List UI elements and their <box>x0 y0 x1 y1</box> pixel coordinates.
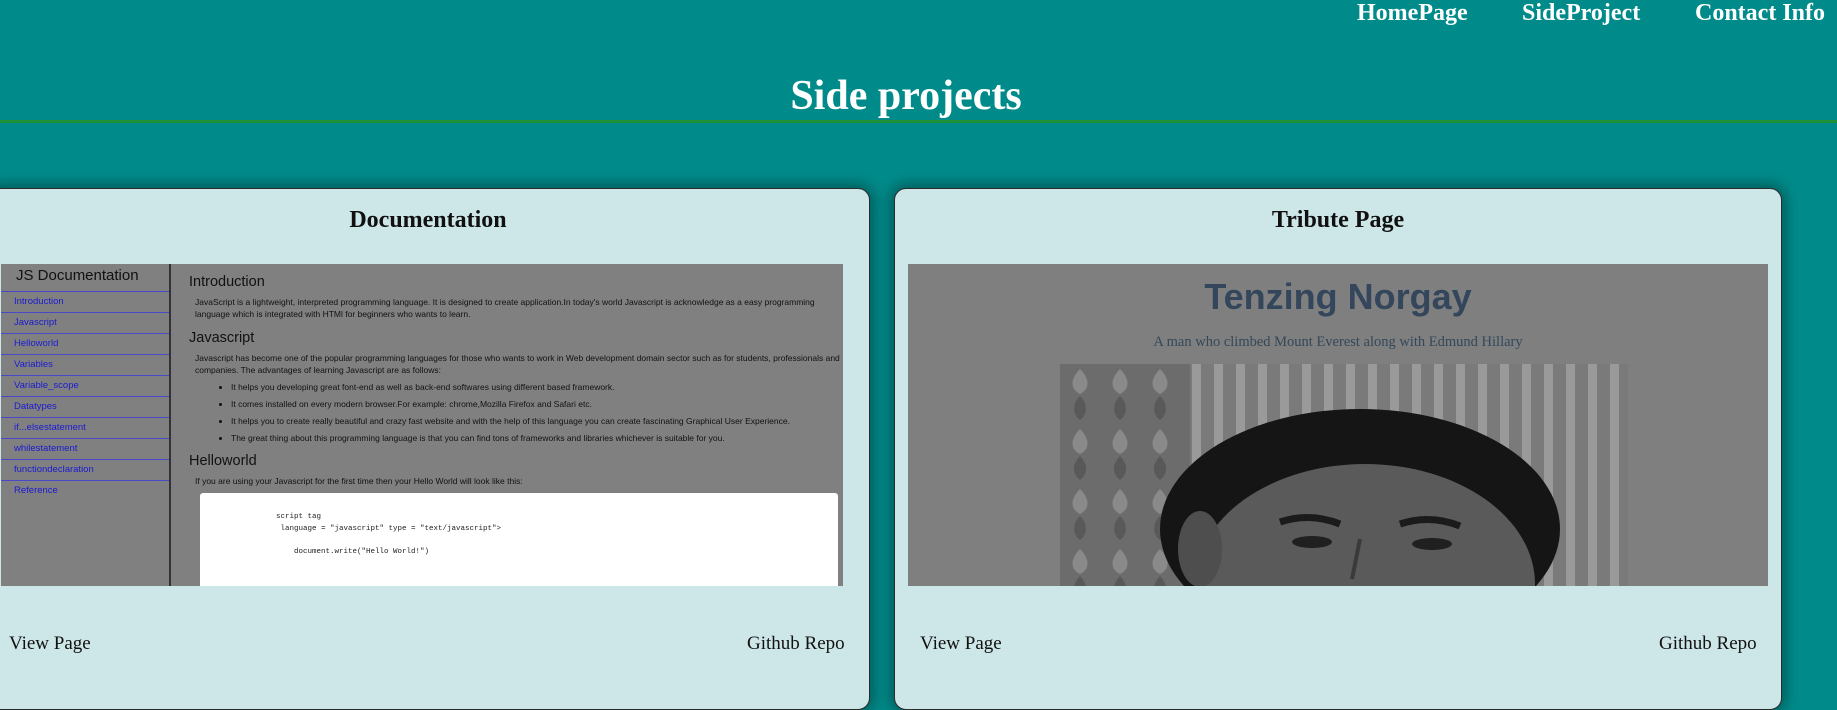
view-page-link[interactable]: View Page <box>9 633 91 655</box>
preview-subheading: A man who climbed Mount Everest along wi… <box>1153 334 1523 350</box>
documentation-preview[interactable]: JS Documentation Introduction Javascript… <box>1 264 843 586</box>
preview-sidebar-item: Helloworld <box>1 334 169 355</box>
preview-sidebar-item: Datatypes <box>1 397 169 418</box>
preview-sidebar-item: Javascript <box>1 313 169 334</box>
preview-heading: Javascript <box>189 330 255 346</box>
view-page-link[interactable]: View Page <box>920 633 1002 655</box>
preview-sidebar-item: Variable_scope <box>1 376 169 397</box>
preview-sidebar-item: Reference <box>14 485 58 496</box>
nav-sideproject-link[interactable]: SideProject <box>1522 0 1640 27</box>
preview-heading: Tenzing Norgay <box>1204 276 1472 317</box>
preview-sidebar-item: whilestatement <box>1 439 169 460</box>
preview-heading: Introduction <box>189 274 265 290</box>
nav-contact-link[interactable]: Contact Info <box>1695 0 1825 27</box>
preview-sidebar-item: functiondeclaration <box>1 460 169 481</box>
preview-sidebar-item: Variables <box>1 355 169 376</box>
preview-bullet: The great thing about this programming l… <box>231 433 843 443</box>
portrait-photo <box>1060 364 1628 586</box>
preview-main-content: Introduction JavaScript is a lightweight… <box>189 264 843 586</box>
card-title: Tribute Page <box>1271 207 1405 233</box>
code-line: document.write("Hello World!") <box>276 547 430 556</box>
preview-paragraph: JavaScript is a lightweight, interpreted… <box>195 297 815 319</box>
tribute-preview[interactable]: Tenzing Norgay A man who climbed Mount E… <box>908 264 1768 586</box>
preview-sidebar: JS Documentation Introduction Javascript… <box>1 264 171 586</box>
preview-sidebar-item: if...elsestatement <box>1 418 169 439</box>
title-divider <box>0 120 1837 123</box>
project-card-tribute: Tribute Page Tenzing Norgay A man who cl… <box>894 188 1782 710</box>
github-repo-link[interactable]: Github Repo <box>1659 633 1757 655</box>
preview-paragraph: Javascript has become one of the popular… <box>195 353 840 375</box>
preview-heading: Helloworld <box>189 453 257 469</box>
nav-homepage-link[interactable]: HomePage <box>1357 0 1468 27</box>
preview-bullet: It helps you to create really beautiful … <box>231 416 843 426</box>
github-repo-link[interactable]: Github Repo <box>747 633 845 655</box>
preview-code-block: script tag language = "javascript" type … <box>200 493 838 586</box>
portrait-image <box>1060 364 1628 586</box>
preview-paragraph: If you are using your Javascript for the… <box>195 476 523 486</box>
card-title: Documentation <box>349 207 507 233</box>
project-card-documentation: Documentation JS Documentation Introduct… <box>0 188 870 710</box>
preview-sidebar-title: JS Documentation <box>1 264 169 292</box>
code-line: script tag <box>276 513 322 521</box>
preview-bullet: It comes installed on every modern brows… <box>231 399 843 409</box>
preview-sidebar-item: Introduction <box>1 292 169 313</box>
code-line: language = "javascript" type = "text/jav… <box>276 524 502 533</box>
page-title: Side projects <box>790 73 1022 119</box>
preview-bullet: It helps you developing great font-end a… <box>231 382 843 392</box>
preview-bullet-list: It helps you developing great font-end a… <box>189 382 843 443</box>
